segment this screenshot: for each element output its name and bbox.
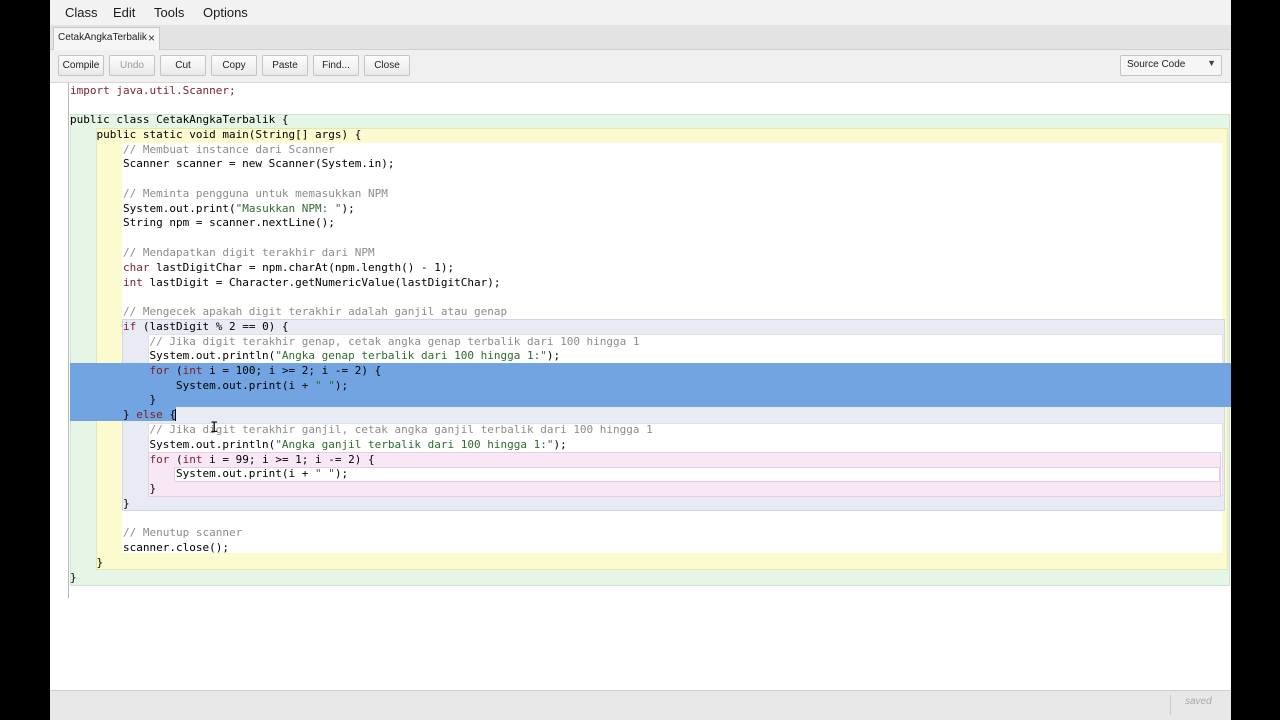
status-bar: saved (50, 690, 1231, 720)
status-divider (1170, 695, 1171, 715)
cut-button[interactable]: Cut (160, 55, 206, 76)
text-caret (175, 409, 176, 421)
tab-bar: CetakAngkaTerbalik × (50, 25, 1231, 50)
code-line: // Menutup scanner (70, 526, 243, 539)
gutter (68, 83, 69, 598)
paste-button[interactable]: Paste (262, 55, 308, 76)
code-line: Scanner scanner = new Scanner(System.in)… (70, 157, 395, 170)
code-line: // Meminta pengguna untuk memasukkan NPM (70, 187, 388, 200)
code-line: for (int i = 100; i >= 2; i -= 2) { (70, 364, 382, 377)
code-line: int lastDigit = Character.getNumericValu… (70, 276, 501, 289)
code-line: if (lastDigit % 2 == 0) { (70, 320, 289, 333)
chevron-down-icon: ▼ (1207, 58, 1216, 68)
menu-edit[interactable]: Edit (113, 5, 135, 20)
code-line: } (70, 556, 104, 569)
code-editor[interactable]: import java.util.Scanner; public class C… (50, 83, 1231, 690)
save-status: saved (1185, 696, 1212, 707)
code-line: // Mengecek apakah digit terakhir adalah… (70, 305, 508, 318)
close-icon[interactable]: × (148, 31, 155, 45)
code-line: for (int i = 99; i >= 1; i -= 2) { (70, 453, 375, 466)
code-line: System.out.println("Angka ganjil terbali… (70, 438, 567, 451)
view-select[interactable]: Source Code ▼ (1120, 55, 1222, 76)
ibeam-cursor-icon: I (210, 420, 219, 436)
code-line: System.out.print("Masukkan NPM: "); (70, 202, 355, 215)
code-line: import java.util.Scanner; (70, 84, 236, 97)
code-line: } (70, 571, 77, 584)
bluej-editor-window: Class Edit Tools Options CetakAngkaTerba… (50, 0, 1231, 720)
code-line: // Jika digit terakhir ganjil, cetak ang… (70, 423, 653, 436)
menu-bar: Class Edit Tools Options (50, 0, 1231, 25)
code-line: String npm = scanner.nextLine(); (70, 216, 335, 229)
code-line: public class CetakAngkaTerbalik { (70, 113, 289, 126)
code-line: scanner.close(); (70, 541, 229, 554)
undo-button[interactable]: Undo (109, 55, 155, 76)
menu-tools[interactable]: Tools (154, 5, 184, 20)
code-line: System.out.print(i + " "); (70, 467, 349, 480)
toolbar: Compile Undo Cut Copy Paste Find... Clos… (50, 50, 1231, 83)
code-line: System.out.print(i + " "); (70, 379, 349, 392)
code-line: } (70, 497, 130, 510)
close-button[interactable]: Close (364, 55, 410, 76)
find-button[interactable]: Find... (313, 55, 359, 76)
compile-button[interactable]: Compile (58, 55, 104, 76)
menu-class[interactable]: Class (65, 5, 98, 20)
code-line: char lastDigitChar = npm.charAt(npm.leng… (70, 261, 455, 274)
code-line: public static void main(String[] args) { (70, 128, 362, 141)
code-line: } (70, 482, 157, 495)
code-line: // Mendapatkan digit terakhir dari NPM (70, 246, 375, 259)
copy-button[interactable]: Copy (211, 55, 257, 76)
code-line: System.out.println("Angka genap terbalik… (70, 349, 561, 362)
code-line: } (70, 393, 157, 406)
code-line: // Membuat instance dari Scanner (70, 143, 335, 156)
tab-cetakangkaterbalik[interactable]: CetakAngkaTerbalik × (53, 27, 160, 50)
tab-label: CetakAngkaTerbalik (58, 32, 147, 43)
code-line: } else { (70, 408, 176, 421)
view-select-value: Source Code (1127, 59, 1186, 70)
menu-options[interactable]: Options (203, 5, 248, 20)
code-line: // Jika digit terakhir genap, cetak angk… (70, 335, 640, 348)
